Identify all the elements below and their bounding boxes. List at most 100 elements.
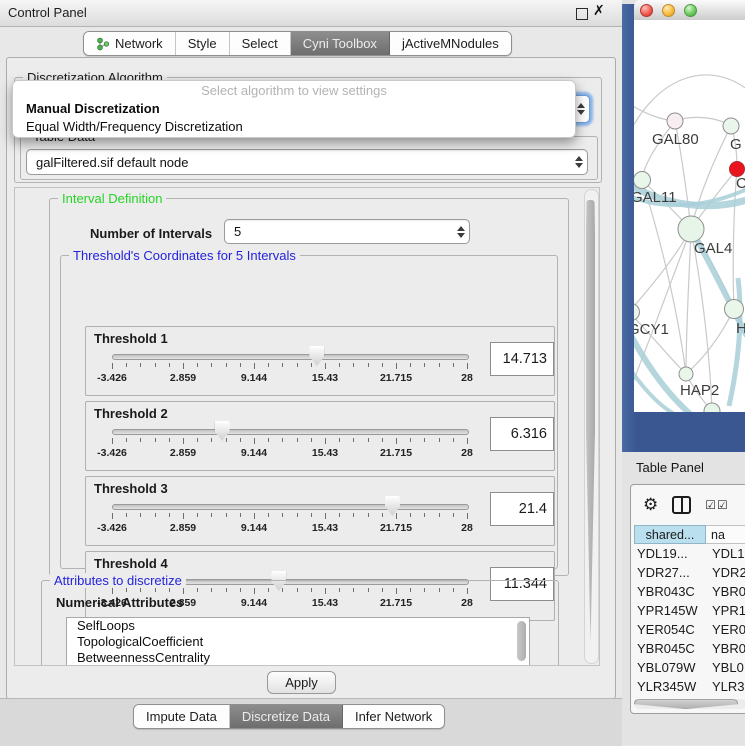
cell-name: YBR0: [707, 582, 745, 601]
node-label: GAL80: [652, 131, 699, 148]
node-label: G: [730, 136, 742, 153]
network-edge: [634, 229, 691, 312]
threshold-value-field[interactable]: 21.4: [490, 492, 554, 526]
cell-shared-name: YBR043C: [634, 582, 707, 601]
cell-shared-name: YDL19...: [634, 544, 707, 563]
dropdown-option-manual-discretization[interactable]: Manual Discretization: [13, 100, 575, 118]
tab-discretize-data[interactable]: Discretize Data: [230, 705, 343, 728]
network-edge: [642, 121, 675, 180]
attribute-list-item[interactable]: SelfLoops: [67, 618, 529, 634]
close-window-icon[interactable]: [640, 4, 653, 17]
slider-track[interactable]: [112, 504, 469, 510]
combobox-spinner-icon: [571, 156, 587, 168]
table-data-combobox-value: galFiltered.sif default node: [27, 155, 571, 170]
threshold-panel: Threshold 2-3.4262.8599.14415.4321.71528…: [85, 401, 555, 471]
apply-button[interactable]: Apply: [267, 671, 336, 694]
threshold-panel: Threshold 1 -3.4262.8599.14415.4321.71528…: [85, 326, 555, 396]
cell-name: YDL1: [707, 544, 745, 563]
table-row[interactable]: YBL079WYBL0: [634, 658, 745, 677]
network-node-gcy1[interactable]: [634, 304, 640, 321]
tab-infer-network[interactable]: Infer Network: [343, 705, 444, 728]
attribute-list-item[interactable]: TopologicalCoefficient: [67, 634, 529, 650]
column-header-shared-name[interactable]: shared...: [634, 525, 706, 544]
network-node-gal80[interactable]: [667, 113, 683, 129]
settings-scroll-viewport: Interval Definition Number of Intervals …: [14, 187, 600, 666]
table-row[interactable]: YBR045CYBR0: [634, 639, 745, 658]
control-panel: Control Panel ✗ Network Style Select Cyn…: [0, 0, 622, 745]
cell-name: YPR1: [707, 601, 745, 620]
table-horizontal-scrollbar[interactable]: [634, 699, 745, 709]
list-scrollbar[interactable]: [517, 621, 526, 661]
zoom-window-icon[interactable]: [684, 4, 697, 17]
threshold-label: Threshold 3: [94, 481, 168, 496]
attributes-group: Attributes to discretize Numerical Attri…: [41, 580, 559, 666]
network-canvas[interactable]: GAL80GCGAL11GAL4GCY1HHAP2: [634, 20, 745, 412]
numerical-attributes-label: Numerical Attributes: [56, 595, 183, 610]
cell-shared-name: YDR27...: [634, 563, 707, 582]
node-label: GAL11: [634, 189, 677, 206]
network-node-gal11[interactable]: [634, 172, 651, 189]
tab-network[interactable]: Network: [84, 32, 176, 55]
threshold-label: Threshold 1: [94, 331, 168, 346]
interval-definition-group: Interval Definition Number of Intervals …: [49, 198, 569, 576]
tab-network-label: Network: [115, 36, 163, 51]
tab-cyni-toolbox-label: Cyni Toolbox: [303, 36, 377, 51]
cell-name: YBL0: [707, 658, 744, 677]
table-row[interactable]: YER054CYER0: [634, 620, 745, 639]
tab-impute-data[interactable]: Impute Data: [134, 705, 230, 728]
network-window-titlebar[interactable]: [634, 0, 745, 21]
split-columns-icon[interactable]: [672, 496, 691, 514]
slider-track[interactable]: [112, 354, 469, 360]
table-header: shared... na: [634, 525, 745, 544]
tab-cyni-toolbox[interactable]: Cyni Toolbox: [291, 32, 390, 55]
number-of-intervals-combobox[interactable]: 5: [224, 219, 470, 244]
slider-tick-labels: -3.4262.8599.14415.4321.71528: [112, 522, 467, 534]
scrollbar-thumb[interactable]: [634, 699, 738, 709]
network-node-h[interactable]: [725, 300, 744, 319]
bottom-tab-strip: Impute Data Discretize Data Infer Networ…: [133, 704, 445, 729]
settings-scrollbar[interactable]: [584, 189, 599, 664]
tab-jactivemnodules[interactable]: jActiveMNodules: [390, 32, 511, 55]
slider-tick-labels: -3.4262.8599.14415.4321.71528: [112, 372, 467, 384]
minimize-window-icon[interactable]: [662, 4, 675, 17]
checkbox-icons[interactable]: ☑☑: [705, 498, 729, 512]
table-row[interactable]: YDR27...YDR2: [634, 563, 745, 582]
tab-style[interactable]: Style: [176, 32, 230, 55]
table-row[interactable]: YLR345WYLR3: [634, 677, 745, 696]
attribute-list-item[interactable]: BetweennessCentrality: [67, 650, 529, 666]
network-node-gal4[interactable]: [678, 216, 704, 242]
number-of-intervals-value: 5: [225, 224, 453, 239]
node-label: GCY1: [634, 321, 669, 338]
network-node-g[interactable]: [723, 118, 739, 134]
dropdown-option-equal-width[interactable]: Equal Width/Frequency Discretization: [13, 118, 575, 136]
network-icon: [96, 37, 110, 51]
table-row[interactable]: YPR145WYPR1: [634, 601, 745, 620]
network-node-hap2[interactable]: [679, 367, 693, 381]
table-panel: ⚙ ☑☑ shared... na YDL19...YDL1YDR27...YD…: [630, 484, 745, 714]
threshold-label: Threshold 4: [94, 556, 168, 571]
table-row[interactable]: YBR043CYBR0: [634, 582, 745, 601]
threshold-value-field[interactable]: 14.713: [490, 342, 554, 376]
table-panel-title: Table Panel: [636, 460, 704, 475]
slider-track[interactable]: [112, 429, 469, 435]
cell-name: YER0: [707, 620, 745, 639]
node-label: H: [736, 320, 745, 337]
table-row[interactable]: YDL19...YDL1: [634, 544, 745, 563]
scrollbar-thumb[interactable]: [586, 200, 595, 642]
tab-select[interactable]: Select: [230, 32, 291, 55]
table-data-combobox[interactable]: galFiltered.sif default node: [26, 149, 588, 175]
float-window-icon[interactable]: [576, 8, 588, 20]
threshold-value-field[interactable]: 6.316: [490, 417, 554, 451]
algorithm-dropdown-popup: Select algorithm to view settings Manual…: [12, 80, 576, 138]
network-edge: [686, 309, 734, 374]
gear-icon[interactable]: ⚙: [643, 497, 658, 514]
thresholds-group: Threshold's Coordinates for 5 Intervals …: [60, 255, 558, 569]
dropdown-hint: Select algorithm to view settings: [13, 81, 575, 100]
cell-name: YBR0: [707, 639, 745, 658]
column-header-name[interactable]: na: [706, 525, 745, 544]
close-icon[interactable]: ✗: [593, 3, 605, 19]
cell-shared-name: YLR345W: [634, 677, 707, 696]
cell-name: YLR3: [707, 677, 745, 696]
tab-discretize-data-label: Discretize Data: [242, 709, 330, 724]
top-tab-strip: Network Style Select Cyni Toolbox jActiv…: [83, 31, 512, 56]
